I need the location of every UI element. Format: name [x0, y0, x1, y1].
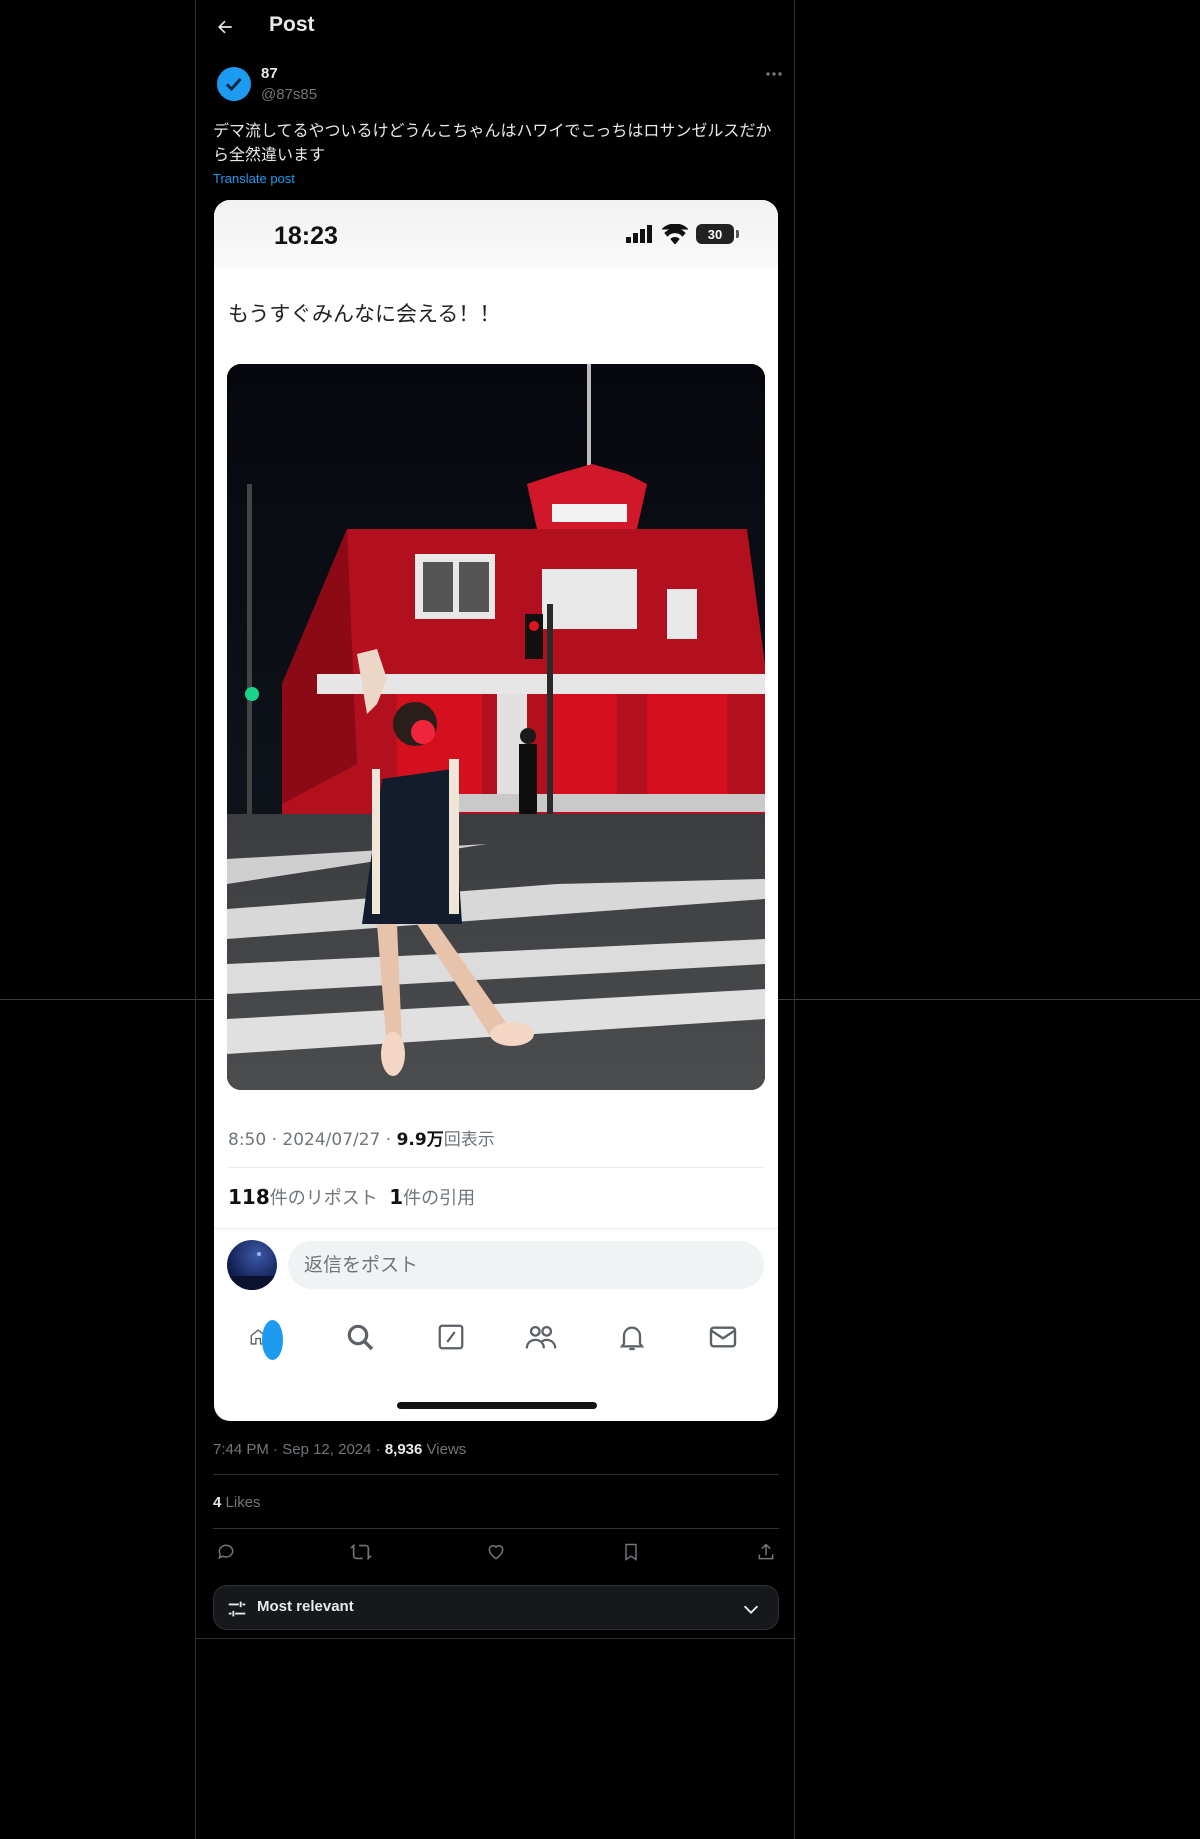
home-icon: [249, 1317, 289, 1360]
search-icon: [340, 1317, 380, 1357]
embedded-screenshot[interactable]: 18:23 30 もうすぐみんなに会える！！ 8:50 · 2024/07/27…: [214, 200, 778, 1421]
embedded-meta: 8:50 · 2024/07/27 · 9.9万回表示: [228, 1125, 495, 1150]
embedded-repost-stats: 118件のリポスト 1件の引用: [228, 1184, 475, 1210]
post-meta: 7:44 PM · Sep 12, 2024 · 8,936 Views: [213, 1441, 467, 1458]
translate-link[interactable]: Translate post: [213, 171, 295, 186]
share-icon[interactable]: [753, 1539, 779, 1565]
main-column: Post 87 @87s85 デマ流してるやついるけどうんこちゃんはハワイでこっ…: [195, 0, 796, 1839]
more-dots-icon[interactable]: [762, 64, 786, 84]
communities-icon: [521, 1317, 561, 1357]
likes-count: 4: [213, 1494, 222, 1511]
likes-label: Likes: [225, 1494, 261, 1511]
tweet-photo[interactable]: [227, 364, 765, 1090]
page-title: Post: [269, 13, 315, 36]
embedded-views-label: 回表示: [443, 1130, 495, 1150]
author-name[interactable]: 87: [261, 65, 278, 82]
status-time: 18:23: [274, 222, 338, 250]
divider: [213, 1474, 779, 1475]
wifi-icon: [662, 224, 688, 244]
embedded-divider: [228, 1167, 764, 1168]
embedded-quotes-label: 件の引用: [403, 1188, 476, 1209]
embedded-reposts-label: 件のリポスト: [269, 1188, 378, 1209]
heart-icon[interactable]: [483, 1539, 509, 1565]
divider: [213, 1528, 779, 1529]
divider: [196, 1638, 796, 1639]
embedded-time: 8:50 · 2024/07/27 ·: [228, 1130, 397, 1150]
views-label: Views: [426, 1441, 467, 1458]
bell-icon: [612, 1317, 652, 1357]
mail-icon: [703, 1317, 743, 1357]
bookmark-icon[interactable]: [618, 1539, 644, 1565]
post-date[interactable]: Sep 12, 2024: [282, 1441, 371, 1458]
sort-label: Most relevant: [257, 1598, 354, 1615]
avatar: [227, 1240, 277, 1290]
repost-icon[interactable]: [348, 1539, 374, 1565]
battery-icon: 30: [696, 224, 739, 244]
embedded-reposts-count: 118: [228, 1185, 270, 1209]
embedded-tab-bar: [214, 1312, 778, 1362]
embedded-quotes-count: 1: [389, 1185, 404, 1209]
embedded-reply-input: 返信をポスト: [288, 1241, 764, 1289]
home-indicator: [397, 1402, 597, 1409]
phone-status-bar: 18:23 30: [214, 200, 778, 268]
sort-replies-dropdown[interactable]: Most relevant: [213, 1585, 779, 1630]
verified-badge-icon[interactable]: [217, 67, 251, 101]
sliders-icon: [226, 1598, 248, 1624]
reply-icon[interactable]: [213, 1539, 239, 1565]
post-text: デマ流してるやついるけどうんこちゃんはハワイでこっちはロサンゼルスだから全然違い…: [213, 121, 772, 164]
header: Post: [196, 0, 796, 53]
signal-icon: [626, 225, 652, 243]
views-count: 8,936: [384, 1441, 423, 1458]
embedded-views-count: 9.9万: [396, 1130, 444, 1150]
embedded-divider: [214, 1228, 778, 1229]
action-bar: [213, 1539, 779, 1565]
author-handle[interactable]: @87s85: [261, 86, 317, 103]
status-icons: 30: [626, 224, 739, 244]
compose-icon: [431, 1317, 471, 1357]
post-time[interactable]: 7:44 PM: [213, 1441, 269, 1458]
likes-link[interactable]: 4 Likes: [213, 1494, 261, 1511]
notification-dot: [261, 1320, 284, 1360]
chevron-down-icon: [740, 1598, 762, 1624]
embedded-tweet-text: もうすぐみんなに会える！！: [228, 302, 501, 326]
arrow-left-icon[interactable]: [212, 14, 238, 40]
